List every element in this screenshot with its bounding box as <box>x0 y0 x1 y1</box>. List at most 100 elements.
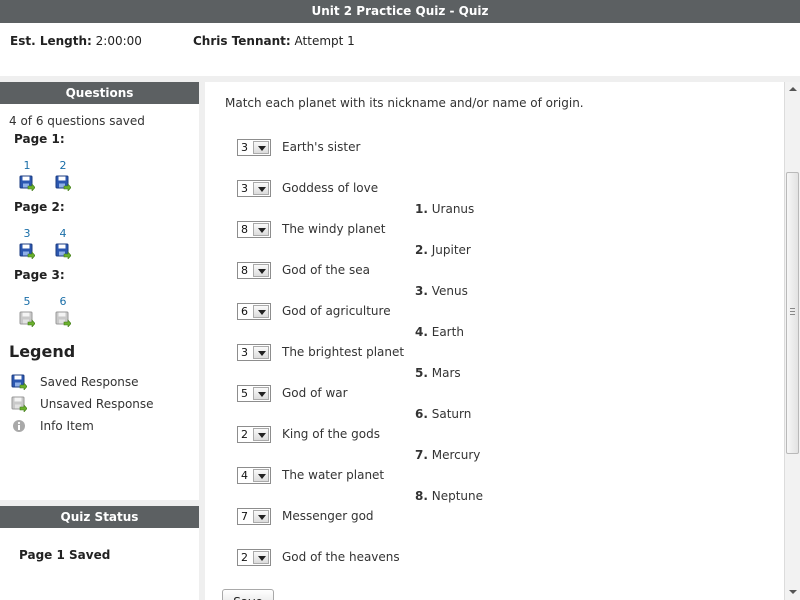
answer-option-5: 5. Mars <box>415 366 461 382</box>
selected-value: 8 <box>241 264 248 277</box>
selected-value: 8 <box>241 223 248 236</box>
unsaved-disk-icon <box>11 396 28 413</box>
answer-select[interactable]: 2 <box>237 426 271 443</box>
page-1-label: Page 1: <box>14 132 65 146</box>
selected-value: 5 <box>241 387 248 400</box>
answer-name: Saturn <box>431 407 472 421</box>
quiz-status-message: Page 1 Saved <box>19 548 111 562</box>
question-link-4[interactable]: 4 <box>51 227 75 260</box>
chevron-down-icon <box>253 428 269 441</box>
scroll-up-arrow-icon[interactable] <box>785 82 800 98</box>
saved-count: 4 of 6 questions saved <box>9 114 145 128</box>
answer-option-7: 7. Mercury <box>415 448 480 464</box>
answer-number: 3. <box>415 284 428 298</box>
chevron-down-icon <box>253 551 269 564</box>
chevron-down-icon <box>253 346 269 359</box>
answer-option-4: 4. Earth <box>415 325 464 341</box>
item-text: God of war <box>282 386 348 400</box>
save-button[interactable]: Save <box>222 589 274 600</box>
answer-number: 2. <box>415 243 428 257</box>
answer-name: Venus <box>431 284 468 298</box>
item-text: God of the heavens <box>282 550 400 564</box>
content-scrollbar[interactable] <box>784 82 800 600</box>
item-text: Messenger god <box>282 509 374 523</box>
chevron-down-icon <box>253 305 269 318</box>
item-text: God of agriculture <box>282 304 391 318</box>
est-length-label: Est. Length: <box>10 34 92 48</box>
quiz-title: Unit 2 Practice Quiz - Quiz <box>311 4 489 18</box>
answer-select[interactable]: 5 <box>237 385 271 402</box>
answer-select[interactable]: 8 <box>237 221 271 238</box>
page-2-label: Page 2: <box>14 200 65 214</box>
selected-value: 3 <box>241 346 248 359</box>
quiz-status-header: Quiz Status <box>0 506 199 528</box>
answer-select[interactable]: 7 <box>237 508 271 525</box>
unsaved-disk-icon <box>55 311 72 328</box>
answer-option-3: 3. Venus <box>415 284 468 300</box>
answer-number: 1. <box>415 202 428 216</box>
legend-label: Saved Response <box>40 375 139 389</box>
saved-disk-icon <box>55 243 72 260</box>
answer-number: 8. <box>415 489 428 503</box>
est-length: Est. Length: 2:00:00 <box>10 34 142 48</box>
item-text: The water planet <box>282 468 385 482</box>
answer-select[interactable]: 6 <box>237 303 271 320</box>
saved-disk-icon <box>19 175 36 192</box>
saved-disk-icon <box>11 374 28 391</box>
question-link-1[interactable]: 1 <box>15 159 39 192</box>
question-number: 5 <box>23 295 31 308</box>
question-number: 6 <box>59 295 67 308</box>
question-number: 3 <box>23 227 31 240</box>
answer-name: Earth <box>431 325 464 339</box>
question-link-2[interactable]: 2 <box>51 159 75 192</box>
selected-value: 3 <box>241 182 248 195</box>
answer-option-8: 8. Neptune <box>415 489 483 505</box>
scroll-thumb[interactable] <box>786 172 799 454</box>
quiz-title-bar: Unit 2 Practice Quiz - Quiz <box>0 0 800 23</box>
grip-icon <box>790 308 795 315</box>
question-link-3[interactable]: 3 <box>15 227 39 260</box>
page-3-label: Page 3: <box>14 268 65 282</box>
answer-number: 7. <box>415 448 428 462</box>
questions-panel-header: Questions <box>0 82 199 104</box>
quiz-status-panel: Quiz Status Page 1 Saved <box>0 506 199 600</box>
info-icon <box>11 418 27 434</box>
quiz-content: Match each planet with its nickname and/… <box>205 82 784 600</box>
question-link-5[interactable]: 5 <box>15 295 39 328</box>
selected-value: 7 <box>241 510 248 523</box>
answer-select[interactable]: 3 <box>237 180 271 197</box>
answer-select[interactable]: 2 <box>237 549 271 566</box>
user-name: Chris Tennant: <box>193 34 291 48</box>
scroll-down-arrow-icon[interactable] <box>785 584 800 600</box>
item-text: Earth's sister <box>282 140 361 154</box>
selected-value: 3 <box>241 141 248 154</box>
answer-select[interactable]: 3 <box>237 139 271 156</box>
question-instructions: Match each planet with its nickname and/… <box>225 96 584 110</box>
answer-number: 4. <box>415 325 428 339</box>
item-text: King of the gods <box>282 427 380 441</box>
legend-label: Unsaved Response <box>40 397 154 411</box>
answer-number: 6. <box>415 407 428 421</box>
chevron-down-icon <box>253 182 269 195</box>
answer-name: Neptune <box>431 489 484 503</box>
answer-select[interactable]: 4 <box>237 467 271 484</box>
saved-disk-icon <box>19 243 36 260</box>
answer-select[interactable]: 8 <box>237 262 271 279</box>
item-text: The windy planet <box>282 222 386 236</box>
chevron-down-icon <box>253 469 269 482</box>
answer-number: 5. <box>415 366 428 380</box>
chevron-down-icon <box>253 223 269 236</box>
question-link-6[interactable]: 6 <box>51 295 75 328</box>
answer-option-2: 2. Jupiter <box>415 243 471 259</box>
question-number: 2 <box>59 159 67 172</box>
chevron-down-icon <box>253 387 269 400</box>
question-number: 1 <box>23 159 31 172</box>
est-length-value: 2:00:00 <box>95 34 142 48</box>
answer-select[interactable]: 3 <box>237 344 271 361</box>
selected-value: 2 <box>241 551 248 564</box>
questions-panel: Questions 4 of 6 questions saved Page 1:… <box>0 82 199 500</box>
item-text: God of the sea <box>282 263 370 277</box>
selected-value: 4 <box>241 469 248 482</box>
answer-option-6: 6. Saturn <box>415 407 471 423</box>
saved-disk-icon <box>55 175 72 192</box>
